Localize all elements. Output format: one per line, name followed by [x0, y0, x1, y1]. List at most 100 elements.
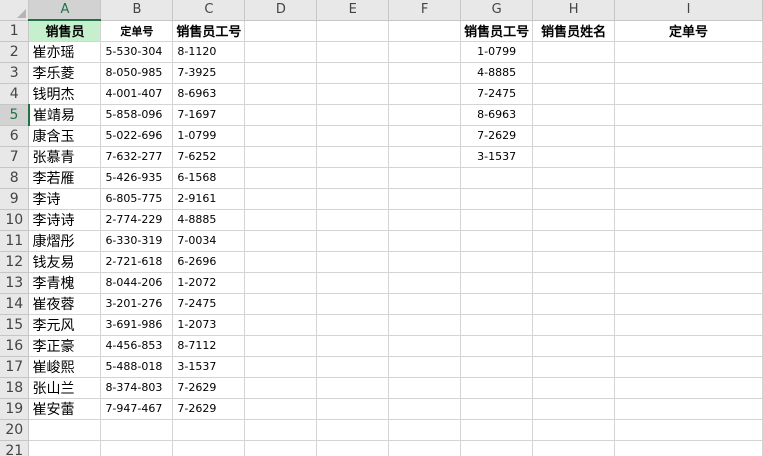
cell-c21[interactable] — [172, 440, 246, 456]
cell-g9[interactable] — [460, 188, 534, 210]
cell-a1[interactable]: 销售员 — [28, 20, 102, 42]
cell-i13[interactable] — [614, 272, 763, 294]
cell-f16[interactable] — [388, 335, 462, 357]
cell-e2[interactable] — [316, 41, 390, 63]
row-header[interactable]: 12 — [0, 251, 30, 273]
cell-a21[interactable] — [28, 440, 102, 456]
cell-g16[interactable] — [460, 335, 534, 357]
cell-g2[interactable]: 1-0799 — [460, 41, 534, 63]
cell-h21[interactable] — [532, 440, 616, 456]
cell-i20[interactable] — [614, 419, 763, 441]
cell-f14[interactable] — [388, 293, 462, 315]
cell-f17[interactable] — [388, 356, 462, 378]
cell-f7[interactable] — [388, 146, 462, 168]
cell-e7[interactable] — [316, 146, 390, 168]
cell-h16[interactable] — [532, 335, 616, 357]
cell-c19[interactable]: 7-2629 — [172, 398, 246, 420]
cell-a9[interactable]: 李诗 — [28, 188, 102, 210]
cell-g17[interactable] — [460, 356, 534, 378]
cell-i18[interactable] — [614, 377, 763, 399]
cell-g1[interactable]: 销售员工号 — [460, 20, 534, 42]
cell-a11[interactable]: 康熠彤 — [28, 230, 102, 252]
column-header-g[interactable]: G — [460, 0, 534, 21]
cell-d4[interactable] — [244, 83, 318, 105]
cell-f6[interactable] — [388, 125, 462, 147]
cell-c17[interactable]: 3-1537 — [172, 356, 246, 378]
row-header[interactable]: 1 — [0, 20, 30, 42]
row-header[interactable]: 14 — [0, 293, 30, 315]
cell-a14[interactable]: 崔夜蓉 — [28, 293, 102, 315]
cell-a4[interactable]: 钱明杰 — [28, 83, 102, 105]
cell-g5[interactable]: 8-6963 — [460, 104, 534, 126]
cell-i7[interactable] — [614, 146, 763, 168]
cell-e4[interactable] — [316, 83, 390, 105]
cell-d19[interactable] — [244, 398, 318, 420]
cell-f19[interactable] — [388, 398, 462, 420]
cell-c13[interactable]: 1-2072 — [172, 272, 246, 294]
cell-e16[interactable] — [316, 335, 390, 357]
column-header-i[interactable]: I — [614, 0, 763, 21]
cell-g13[interactable] — [460, 272, 534, 294]
cell-g20[interactable] — [460, 419, 534, 441]
cell-a5[interactable]: 崔靖易 — [28, 104, 102, 126]
cell-c9[interactable]: 2-9161 — [172, 188, 246, 210]
cell-f2[interactable] — [388, 41, 462, 63]
cell-g11[interactable] — [460, 230, 534, 252]
row-header[interactable]: 13 — [0, 272, 30, 294]
column-header-a[interactable]: A — [28, 0, 102, 21]
column-header-f[interactable]: F — [388, 0, 462, 21]
cell-h8[interactable] — [532, 167, 616, 189]
cell-h3[interactable] — [532, 62, 616, 84]
cell-h17[interactable] — [532, 356, 616, 378]
cell-e10[interactable] — [316, 209, 390, 231]
cell-g12[interactable] — [460, 251, 534, 273]
cell-b16[interactable]: 4-456-853 — [100, 335, 174, 357]
cell-g15[interactable] — [460, 314, 534, 336]
cell-i15[interactable] — [614, 314, 763, 336]
cell-i11[interactable] — [614, 230, 763, 252]
cell-i9[interactable] — [614, 188, 763, 210]
cell-f21[interactable] — [388, 440, 462, 456]
cell-a6[interactable]: 康含玉 — [28, 125, 102, 147]
cell-h2[interactable] — [532, 41, 616, 63]
cell-f9[interactable] — [388, 188, 462, 210]
cell-h7[interactable] — [532, 146, 616, 168]
cell-d13[interactable] — [244, 272, 318, 294]
cell-h15[interactable] — [532, 314, 616, 336]
cell-i2[interactable] — [614, 41, 763, 63]
cell-e11[interactable] — [316, 230, 390, 252]
cell-f18[interactable] — [388, 377, 462, 399]
cell-d6[interactable] — [244, 125, 318, 147]
cell-h18[interactable] — [532, 377, 616, 399]
cell-a17[interactable]: 崔峻熙 — [28, 356, 102, 378]
cell-h4[interactable] — [532, 83, 616, 105]
cell-b2[interactable]: 5-530-304 — [100, 41, 174, 63]
cell-a18[interactable]: 张山兰 — [28, 377, 102, 399]
cell-c15[interactable]: 1-2073 — [172, 314, 246, 336]
cell-d12[interactable] — [244, 251, 318, 273]
row-header[interactable]: 19 — [0, 398, 30, 420]
cell-a20[interactable] — [28, 419, 102, 441]
cell-f3[interactable] — [388, 62, 462, 84]
row-header[interactable]: 11 — [0, 230, 30, 252]
cell-b1[interactable]: 定单号 — [100, 20, 174, 42]
cell-g21[interactable] — [460, 440, 534, 456]
cell-b11[interactable]: 6-330-319 — [100, 230, 174, 252]
row-header[interactable]: 3 — [0, 62, 30, 84]
cell-d11[interactable] — [244, 230, 318, 252]
cell-e5[interactable] — [316, 104, 390, 126]
cell-i10[interactable] — [614, 209, 763, 231]
row-header[interactable]: 18 — [0, 377, 30, 399]
cell-h20[interactable] — [532, 419, 616, 441]
cell-f8[interactable] — [388, 167, 462, 189]
cell-e17[interactable] — [316, 356, 390, 378]
cell-b10[interactable]: 2-774-229 — [100, 209, 174, 231]
cell-f10[interactable] — [388, 209, 462, 231]
row-header[interactable]: 20 — [0, 419, 30, 441]
cell-e1[interactable] — [316, 20, 390, 42]
cell-b8[interactable]: 5-426-935 — [100, 167, 174, 189]
row-header[interactable]: 16 — [0, 335, 30, 357]
cell-e8[interactable] — [316, 167, 390, 189]
cell-c3[interactable]: 7-3925 — [172, 62, 246, 84]
cell-b5[interactable]: 5-858-096 — [100, 104, 174, 126]
